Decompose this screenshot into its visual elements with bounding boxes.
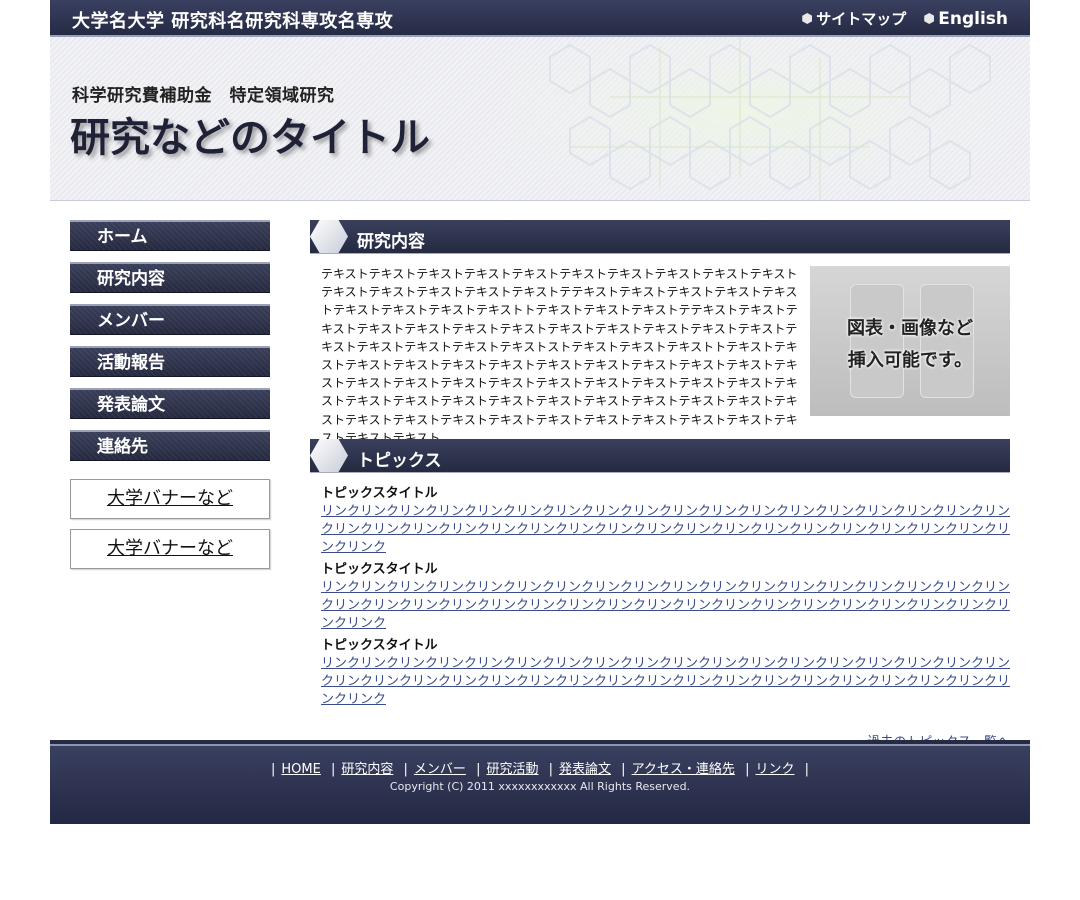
footer: | HOME | 研究内容 | メンバー | 研究活動 | 発表論文 | アクセス・連絡先 … bbox=[50, 740, 1030, 824]
top-links: サイトマップ English bbox=[802, 8, 1008, 29]
footer-link-research[interactable]: 研究内容 bbox=[341, 762, 393, 777]
topic-item: トピックスタイトル リンクリンクリンクリンクリンクリンクリンクリンクリンクリンク… bbox=[321, 637, 1010, 709]
nav-home[interactable]: ホーム bbox=[70, 220, 270, 251]
main-content: 研究内容 テキストテキストテキストテキストテキストテキストテキストテキストテキス… bbox=[310, 220, 1010, 750]
topics-list: トピックスタイトル リンクリンクリンクリンクリンクリンクリンクリンクリンクリンク… bbox=[310, 473, 1010, 750]
research-section: テキストテキストテキストテキストテキストテキストテキストテキストテキストテキスト… bbox=[310, 254, 1010, 445]
hexagon-icon bbox=[310, 439, 348, 472]
top-bar: 大学名大学 研究科名研究科専攻名専攻 サイトマップ English bbox=[50, 0, 1030, 37]
university-banner[interactable]: 大学バナーなど bbox=[70, 529, 270, 569]
sitemap-link[interactable]: サイトマップ bbox=[802, 8, 906, 29]
hexagon-pattern-decoration bbox=[510, 37, 1030, 200]
topic-title: トピックスタイトル bbox=[321, 638, 438, 653]
footer-link-members[interactable]: メンバー bbox=[414, 762, 466, 777]
topic-link[interactable]: リンクリンクリンクリンクリンクリンクリンクリンクリンクリンクリンクリンクリンクリ… bbox=[321, 579, 1010, 633]
hexagon-bullet-icon bbox=[802, 13, 813, 24]
footer-link-activities[interactable]: 研究活動 bbox=[486, 762, 538, 777]
footer-nav: | HOME | 研究内容 | メンバー | 研究活動 | 発表論文 | アクセス・連絡先 … bbox=[271, 762, 809, 777]
footer-link-home[interactable]: HOME bbox=[281, 762, 320, 777]
section-heading-label: 研究内容 bbox=[357, 232, 425, 252]
topic-item: トピックスタイトル リンクリンクリンクリンクリンクリンクリンクリンクリンクリンク… bbox=[321, 561, 1010, 633]
topic-item: トピックスタイトル リンクリンクリンクリンクリンクリンクリンクリンクリンクリンク… bbox=[321, 485, 1010, 557]
research-text: テキストテキストテキストテキストテキストテキストテキストテキストテキストテキスト… bbox=[321, 267, 798, 445]
header-banner: 科学研究費補助金 特定領域研究 研究などのタイトル bbox=[50, 37, 1030, 201]
section-heading-label: トピックス bbox=[357, 451, 442, 471]
copyright: Copyright (C) 2011 xxxxxxxxxxxx All Righ… bbox=[389, 780, 691, 793]
nav-research[interactable]: 研究内容 bbox=[70, 262, 270, 293]
sidebar: ホーム 研究内容 メンバー 活動報告 発表論文 連絡先 大学バナーなど 大学バナ… bbox=[70, 220, 270, 569]
footer-link-links[interactable]: リンク bbox=[755, 762, 794, 777]
footer-link-publications[interactable]: 発表論文 bbox=[559, 762, 611, 777]
nav-contact[interactable]: 連絡先 bbox=[70, 430, 270, 461]
topic-link[interactable]: リンクリンクリンクリンクリンクリンクリンクリンクリンクリンクリンクリンクリンクリ… bbox=[321, 503, 1010, 557]
site-name[interactable]: 大学名大学 研究科名研究科専攻名専攻 bbox=[72, 7, 393, 33]
research-section-heading: 研究内容 bbox=[310, 220, 1010, 254]
topics-section-heading: トピックス bbox=[310, 439, 1010, 473]
page-title: 研究などのタイトル bbox=[70, 115, 430, 161]
english-label: English bbox=[938, 8, 1008, 29]
hexagon-icon bbox=[310, 220, 348, 253]
nav-publications[interactable]: 発表論文 bbox=[70, 388, 270, 419]
ghost-panel bbox=[920, 284, 974, 398]
english-link[interactable]: English bbox=[924, 9, 1008, 29]
nav-members[interactable]: メンバー bbox=[70, 304, 270, 335]
topic-title: トピックスタイトル bbox=[321, 562, 438, 577]
university-banner[interactable]: 大学バナーなど bbox=[70, 479, 270, 519]
page: 大学名大学 研究科名研究科専攻名専攻 サイトマップ English 科学研究費補… bbox=[50, 0, 1030, 824]
header-subtitle: 科学研究費補助金 特定領域研究 bbox=[72, 86, 335, 106]
hexagon-bullet-icon bbox=[924, 13, 935, 24]
nav-activity-report[interactable]: 活動報告 bbox=[70, 346, 270, 377]
topic-title: トピックスタイトル bbox=[321, 486, 438, 501]
ghost-panel bbox=[850, 284, 904, 398]
topic-link[interactable]: リンクリンクリンクリンクリンクリンクリンクリンクリンクリンクリンクリンクリンクリ… bbox=[321, 655, 1010, 709]
footer-link-access[interactable]: アクセス・連絡先 bbox=[632, 762, 735, 777]
figure-placeholder-image: 図表・画像など 挿入可能です。 bbox=[810, 266, 1010, 416]
sitemap-label: サイトマップ bbox=[816, 10, 907, 28]
figure-caption-line-2: 挿入可能です。 bbox=[847, 350, 973, 371]
figure-caption-line-1: 図表・画像など bbox=[847, 318, 973, 339]
